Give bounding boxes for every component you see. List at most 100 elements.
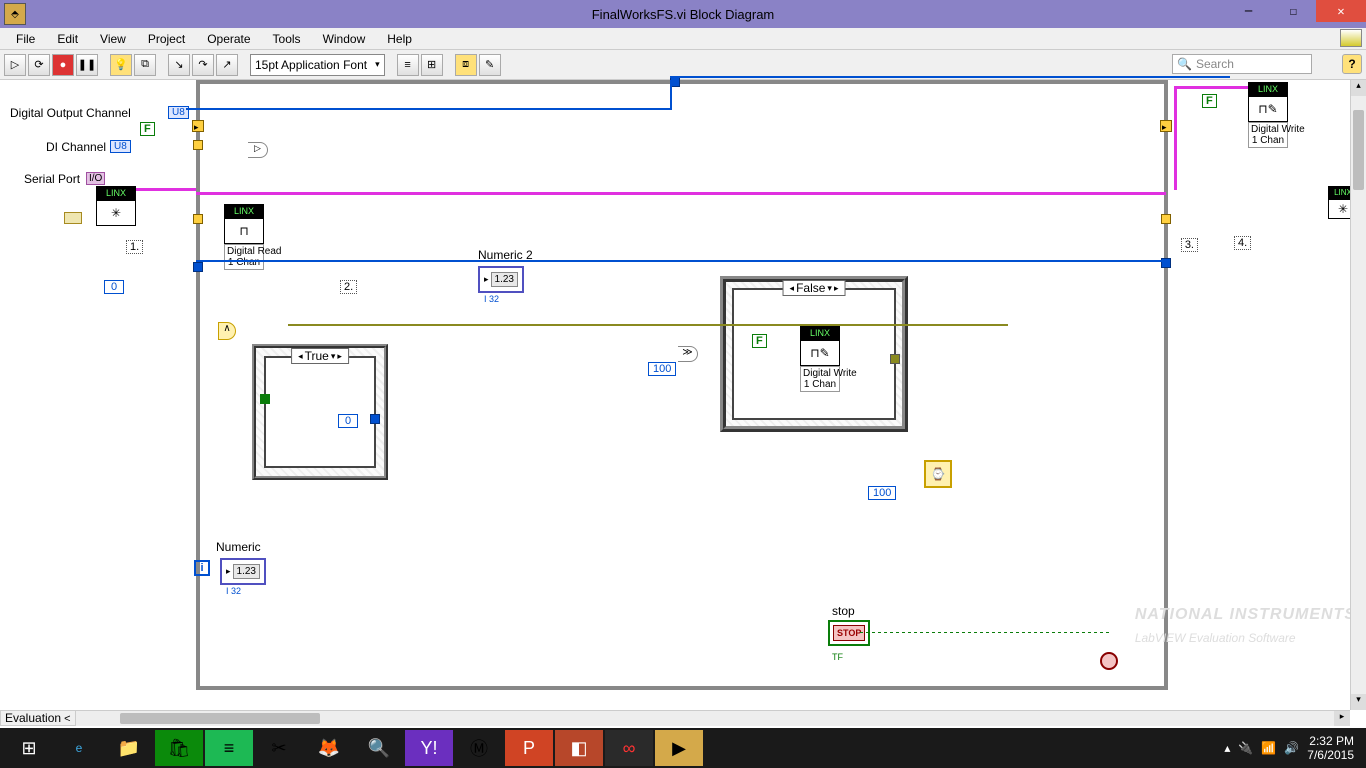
menu-edit[interactable]: Edit	[47, 30, 88, 48]
const-100-b[interactable]: 100	[868, 486, 896, 500]
system-tray[interactable]: ▴ 🔌 📶 🔊 2:32 PM 7/6/2015	[1224, 734, 1362, 763]
vscroll-thumb[interactable]	[1353, 110, 1364, 190]
case-selector-true[interactable]: ◂True▾▸	[291, 348, 349, 364]
loop-stop-condition[interactable]	[1100, 652, 1118, 670]
taskbar-firefox-icon[interactable]: 🦊	[305, 730, 353, 766]
highlight-execute-button[interactable]: 💡	[110, 54, 132, 76]
case-tunnel-olive[interactable]	[890, 354, 900, 364]
numeric-indicator[interactable]: ▸1.23	[220, 558, 266, 585]
invert-gate-icon[interactable]: ▷	[248, 142, 268, 158]
const-zero-left[interactable]: 0	[104, 280, 124, 294]
shift-register-right-2[interactable]	[1161, 214, 1171, 224]
context-help-button[interactable]: ?	[1342, 54, 1362, 74]
visa-resource-terminal[interactable]	[64, 212, 82, 224]
step-3-label: 3.	[1181, 238, 1198, 252]
shift-register-left-1[interactable]	[192, 120, 204, 132]
window-maximize-button[interactable]: ☐	[1271, 0, 1316, 22]
wire-stop	[860, 632, 1110, 633]
tray-clock[interactable]: 2:32 PM 7/6/2015	[1307, 734, 1354, 763]
shift-register-left-3[interactable]	[193, 214, 203, 224]
taskbar-snip-icon[interactable]: ✂	[255, 730, 303, 766]
loop-iteration-terminal[interactable]: i	[194, 560, 210, 576]
start-button[interactable]: ⊞	[5, 730, 53, 766]
greater-than-node[interactable]: ≫	[678, 346, 698, 362]
linx-digital-write-vi-inner[interactable]: LINX ⊓✎ Digital Write 1 Chan	[800, 326, 840, 392]
align-button[interactable]: ≡	[397, 54, 419, 76]
flat-sequence-1[interactable]: ◂True▾▸ 0	[252, 344, 388, 480]
menu-tools[interactable]: Tools	[263, 30, 311, 48]
menu-help[interactable]: Help	[377, 30, 422, 48]
run-continuous-button[interactable]: ⟳	[28, 54, 50, 76]
numeric-type: I 32	[226, 586, 241, 596]
menu-window[interactable]: Window	[313, 30, 376, 48]
menu-project[interactable]: Project	[138, 30, 195, 48]
taskbar-explorer-icon[interactable]: 📁	[105, 730, 153, 766]
step-into-button[interactable]: ↘	[168, 54, 190, 76]
pause-button[interactable]: ❚❚	[76, 54, 98, 76]
abort-button[interactable]: ●	[52, 54, 74, 76]
const-100-a[interactable]: 100	[648, 362, 676, 376]
menu-file[interactable]: File	[6, 30, 45, 48]
wait-ms-node[interactable]: ⌚	[924, 460, 952, 488]
di-channel-terminal[interactable]: U8	[110, 140, 131, 153]
retain-wire-button[interactable]: ⧉	[134, 54, 156, 76]
tray-wifi-icon[interactable]: 📶	[1261, 741, 1276, 755]
taskbar-spotify-icon[interactable]: ≡	[205, 730, 253, 766]
run-button[interactable]: ▷	[4, 54, 26, 76]
case-selector-terminal[interactable]	[260, 394, 270, 404]
window-close-button[interactable]: ✕	[1316, 0, 1366, 22]
case-structure-true[interactable]: ◂True▾▸ 0	[264, 356, 376, 468]
horizontal-scrollbar[interactable]: ◂ ▸	[0, 710, 1350, 726]
bool-false-const-2[interactable]: F	[752, 334, 767, 348]
numeric2-indicator[interactable]: ▸1.23	[478, 266, 524, 293]
while-loop[interactable]: LINX ⊓ Digital Read 1 Chan 2. ▷ ∧ ◂True▾…	[196, 80, 1168, 690]
wire-do-out	[186, 108, 671, 110]
case-selector-false[interactable]: ◂False▾▸	[783, 280, 846, 296]
menu-operate[interactable]: Operate	[197, 30, 260, 48]
vscroll-up-arrow[interactable]: ▴	[1351, 80, 1366, 96]
vertical-scrollbar[interactable]: ▴ ▾	[1350, 80, 1366, 710]
font-selector[interactable]: 15pt Application Font	[250, 54, 385, 76]
vscroll-down-arrow[interactable]: ▾	[1351, 694, 1366, 710]
tray-up-icon[interactable]: ▴	[1224, 741, 1230, 755]
tray-volume-icon[interactable]: 🔊	[1284, 741, 1299, 755]
hscroll-thumb[interactable]	[120, 713, 320, 724]
hscroll-right-arrow[interactable]: ▸	[1334, 711, 1350, 726]
distribute-button[interactable]: ⊞	[421, 54, 443, 76]
taskbar-powerpoint-icon[interactable]: P	[505, 730, 553, 766]
numeric-label: Numeric	[216, 540, 261, 554]
vi-icon[interactable]	[1340, 29, 1362, 47]
bool-false-const-1[interactable]: F	[140, 122, 155, 136]
case-tunnel-out[interactable]	[370, 414, 380, 424]
search-input[interactable]: 🔍 Search	[1172, 54, 1312, 74]
flat-sequence-2[interactable]: ◂False▾▸ F LINX ⊓✎ Digital Write 1 Chan	[720, 276, 908, 432]
step-over-button[interactable]: ↷	[192, 54, 214, 76]
taskbar-mcafee-icon[interactable]: Ⓜ	[455, 730, 503, 766]
step-out-button[interactable]: ↗	[216, 54, 238, 76]
linx-digital-write-vi-outer[interactable]: LINX ⊓✎ Digital Write 1 Chan	[1248, 82, 1288, 148]
case-structure-false[interactable]: ◂False▾▸ F LINX ⊓✎ Digital Write 1 Chan	[732, 288, 896, 420]
tunnel-left-1[interactable]	[193, 262, 203, 272]
taskbar-ie-icon[interactable]: e	[55, 730, 103, 766]
stop-button-terminal[interactable]: STOP	[828, 620, 870, 646]
bool-false-const-3[interactable]: F	[1202, 94, 1217, 108]
tray-power-icon[interactable]: 🔌	[1238, 741, 1253, 755]
linx-open-vi[interactable]: LINX ✳	[96, 186, 136, 226]
block-diagram-canvas[interactable]: Digital Output Channel U8 DI Channel U8 …	[0, 80, 1366, 708]
status-bar: Evaluation <	[0, 710, 76, 726]
taskbar-office-icon[interactable]: ◧	[555, 730, 603, 766]
reorder-button[interactable]: ⧈	[455, 54, 477, 76]
serial-port-terminal[interactable]: I/O	[86, 172, 105, 185]
cleanup-button[interactable]: ✎	[479, 54, 501, 76]
taskbar-yahoo-icon[interactable]: Y!	[405, 730, 453, 766]
shift-register-right-1[interactable]	[1160, 120, 1172, 132]
taskbar-search-icon[interactable]: 🔍	[355, 730, 403, 766]
menu-view[interactable]: View	[90, 30, 136, 48]
const-zero-case[interactable]: 0	[338, 414, 358, 428]
taskbar-labview-icon[interactable]: ▶	[655, 730, 703, 766]
window-minimize-button[interactable]: ─	[1226, 0, 1271, 22]
taskbar-store-icon[interactable]: 🛍	[155, 730, 203, 766]
taskbar-creative-cloud-icon[interactable]: ∞	[605, 730, 653, 766]
shift-register-left-2[interactable]	[193, 140, 203, 150]
and-gate[interactable]: ∧	[218, 322, 236, 340]
